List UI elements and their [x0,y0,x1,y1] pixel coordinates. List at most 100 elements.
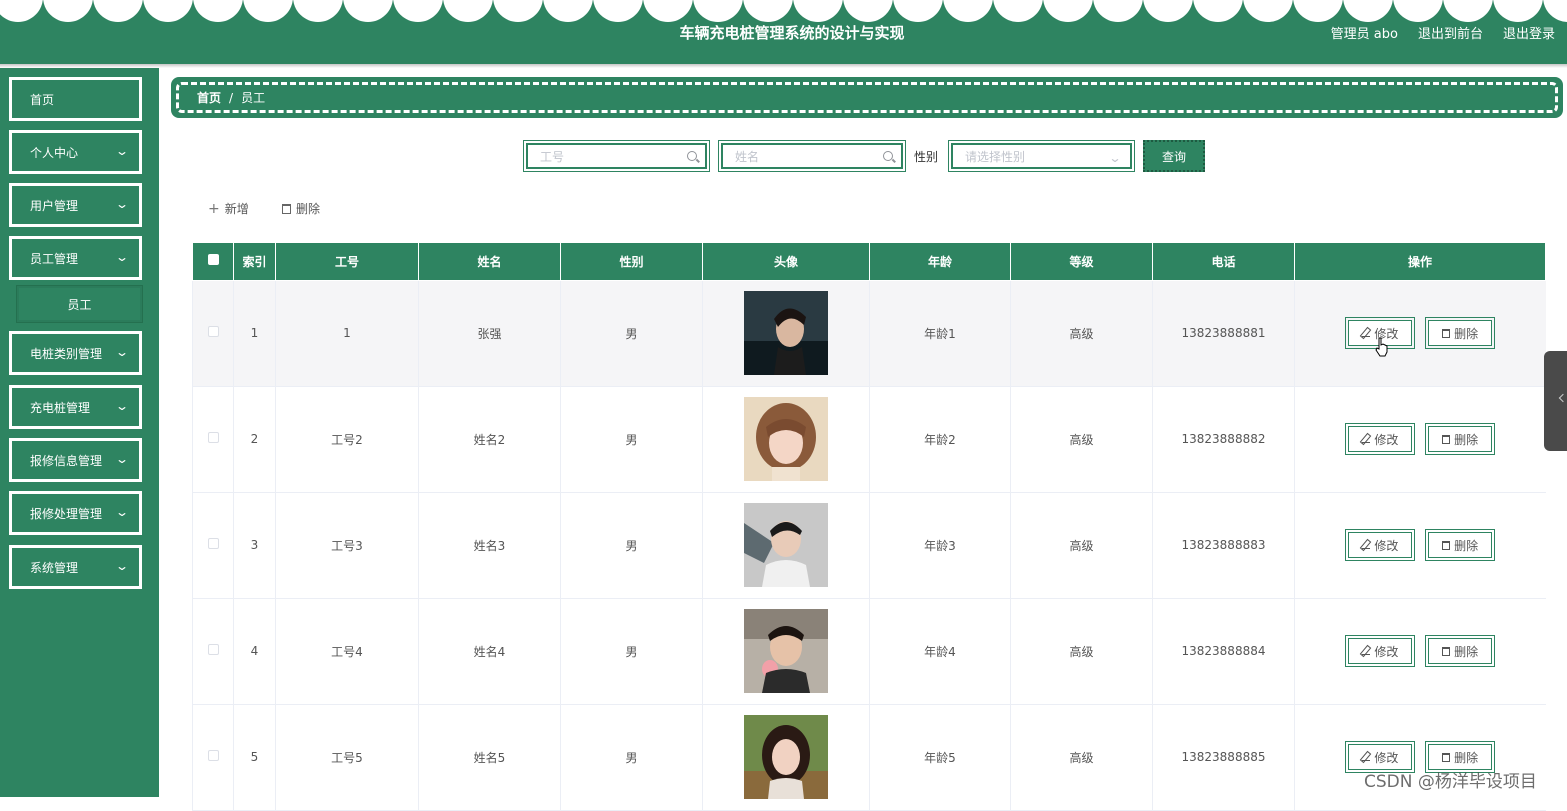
name-search-field[interactable]: 姓名 [718,140,906,172]
breadcrumb-inner: 首页 / 员工 [176,82,1558,113]
column-header: 性别 [560,243,703,281]
employee-no-search-field[interactable]: 工号 [523,140,710,172]
collapse-panel-tab[interactable] [1544,351,1567,451]
index-cell: 3 [233,492,276,599]
delete-label: 删除 [1454,326,1479,341]
column-header: 操作 [1294,243,1546,281]
sidebar-item-personal-center[interactable]: 个人中心 ⌄ [9,130,142,174]
level-cell: 高级 [1010,386,1153,493]
name-placeholder: 姓名 [735,149,760,164]
column-header: 等级 [1010,243,1153,281]
select-all-cell[interactable] [192,243,234,281]
batch-delete-button[interactable]: 删除 [282,200,320,217]
row-checkbox[interactable] [207,750,219,761]
chevron-down-icon: ⌄ [114,399,130,413]
column-header: 年龄 [869,243,1011,281]
breadcrumb-home[interactable]: 首页 [197,89,221,106]
sidebar-item-employee-management[interactable]: 员工管理 ⌄ [9,236,142,280]
breadcrumb: 首页 / 员工 [171,77,1563,118]
sidebar-item-charging-pile-management[interactable]: 充电桩管理 ⌄ [9,385,142,429]
row-checkbox[interactable] [207,432,219,443]
level-cell: 高级 [1010,704,1153,811]
avatar-cell [702,280,870,387]
name-input[interactable]: 姓名 [721,143,903,169]
table-row: 2 工号2 姓名2 男 年龄2 高级 13823888882 修改 删除 [192,386,1546,493]
avatar-cell [702,492,870,599]
phone-cell: 13823888882 [1152,386,1295,493]
sidebar-item-label: 系统管理 [30,560,79,575]
gender-select[interactable]: 请选择性别 ⌄ [948,140,1135,172]
delete-label: 删除 [1454,432,1479,447]
employee-no-cell: 工号4 [275,598,419,705]
select-all-checkbox[interactable] [207,254,219,266]
gender-select-placeholder: 请选择性别 [965,149,1026,164]
avatar-cell [702,598,870,705]
row-checkbox[interactable] [207,326,219,337]
row-checkbox[interactable] [207,538,219,549]
trash-icon [282,203,291,214]
sidebar-item-label: 员工 [67,297,92,312]
index-cell: 4 [233,598,276,705]
batch-delete-label: 删除 [296,202,321,216]
edit-button[interactable]: 修改 [1345,423,1416,455]
chevron-down-icon: ⌄ [114,144,130,158]
employee-no-cell: 工号2 [275,386,419,493]
trash-icon [1442,752,1451,762]
delete-button[interactable]: 删除 [1425,529,1496,561]
gender-cell: 男 [560,386,703,493]
sidebar-item-label: 个人中心 [30,145,79,160]
edit-icon [1362,329,1371,337]
sidebar-item-repair-handling-management[interactable]: 报修处理管理 ⌄ [9,491,142,535]
gender-cell: 男 [560,704,703,811]
operations-cell: 修改 删除 [1294,598,1546,705]
operations-cell: 修改 删除 [1294,280,1546,387]
edit-label: 修改 [1374,432,1399,447]
logout-link[interactable]: 退出登录 [1503,23,1555,42]
level-cell: 高级 [1010,280,1153,387]
sidebar-item-pile-category-management[interactable]: 电桩类别管理 ⌄ [9,331,142,375]
employee-no-input[interactable]: 工号 [526,143,707,169]
row-checkbox[interactable] [207,644,219,655]
age-cell: 年龄1 [869,280,1011,387]
edit-button[interactable]: 修改 [1345,529,1416,561]
query-button[interactable]: 查询 [1143,140,1205,172]
chevron-down-icon: ⌄ [114,197,130,211]
exit-to-front-link[interactable]: 退出到前台 [1418,23,1483,42]
sidebar-item-label: 报修处理管理 [30,506,103,521]
edit-icon [1362,541,1371,549]
sidebar-item-system-management[interactable]: 系统管理 ⌄ [9,545,142,589]
chevron-down-icon: ⌄ [114,559,130,573]
chevron-left-icon [1558,393,1567,403]
employee-table: 索引 工号 姓名 性别 头像 年龄 等级 电话 操作 1 1 张强 男 年龄1 … [192,243,1546,811]
avatar-cell [702,386,870,493]
edit-button[interactable]: 修改 [1345,635,1416,667]
sidebar-item-user-management[interactable]: 用户管理 ⌄ [9,183,142,227]
header-divider [0,64,1567,68]
edit-icon [1362,753,1371,761]
delete-label: 删除 [1454,644,1479,659]
sidebar-item-label: 员工管理 [30,251,79,266]
sidebar-item-label: 报修信息管理 [30,453,103,468]
table-row: 3 工号3 姓名3 男 年龄3 高级 13823888883 修改 删除 [192,492,1546,599]
sidebar-item-repair-info-management[interactable]: 报修信息管理 ⌄ [9,438,142,482]
search-icon [687,151,697,161]
trash-icon [1442,328,1451,338]
sidebar-subitem-employee[interactable]: 员工 [16,285,143,323]
phone-cell: 13823888881 [1152,280,1295,387]
delete-button[interactable]: 删除 [1425,635,1496,667]
chevron-down-icon: ⌄ [114,345,130,359]
avatar-cell [702,704,870,811]
table-row: 1 1 张强 男 年龄1 高级 13823888881 修改 删除 [192,280,1546,387]
level-cell: 高级 [1010,492,1153,599]
edit-label: 修改 [1374,750,1399,765]
level-cell: 高级 [1010,598,1153,705]
trash-icon [1442,434,1451,444]
sidebar-item-home[interactable]: 首页 [9,77,142,121]
gender-select-input[interactable]: 请选择性别 ⌄ [951,143,1132,169]
delete-button[interactable]: 删除 [1425,317,1496,349]
delete-button[interactable]: 删除 [1425,423,1496,455]
name-cell: 张强 [418,280,561,387]
table-header-row: 索引 工号 姓名 性别 头像 年龄 等级 电话 操作 [192,243,1546,281]
sidebar-item-label: 首页 [30,92,55,107]
add-button[interactable]: + 新增 [208,200,249,217]
